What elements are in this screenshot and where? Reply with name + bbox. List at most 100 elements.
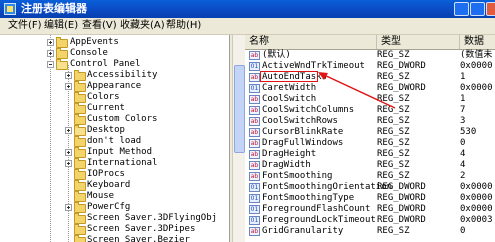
- string-value-icon: ab: [249, 150, 260, 159]
- value-name: DragFullWindows: [262, 138, 344, 148]
- folder-icon: [74, 235, 86, 242]
- value-row[interactable]: ab CoolSwitchRows REG_SZ 3: [245, 116, 495, 127]
- string-value-icon: ab: [249, 106, 260, 115]
- tree-item-label: Accessibility: [87, 70, 158, 80]
- expand-icon[interactable]: [65, 72, 72, 79]
- folder-icon: [56, 37, 68, 48]
- value-data: 0x0000: [460, 182, 493, 192]
- string-value-icon: ab: [249, 172, 260, 181]
- value-data: 2: [460, 171, 466, 181]
- value-row[interactable]: 01 ForegroundLockTimeout REG_DWORD 0x0003: [245, 215, 495, 226]
- minimize-button[interactable]: [454, 2, 469, 16]
- value-data: 4: [460, 149, 466, 159]
- value-row[interactable]: ab DragFullWindows REG_SZ 0: [245, 138, 495, 149]
- value-row[interactable]: ab (默认) REG_SZ (数值未: [245, 50, 495, 61]
- tree-item[interactable]: IOProcs: [0, 169, 229, 180]
- tree-item[interactable]: Mouse: [0, 191, 229, 202]
- values-list: 名称 类型 数据 ab (默认) REG_SZ (数值未 01 ActiveWndTrkT…: [245, 35, 495, 242]
- value-data: 7: [460, 105, 466, 115]
- column-header-data[interactable]: 数据: [460, 35, 495, 49]
- column-header-name[interactable]: 名称: [245, 35, 377, 49]
- tree-item-label: Keyboard: [87, 180, 131, 190]
- binary-value-icon: 01: [249, 216, 260, 225]
- value-row[interactable]: 01 FontSmoothingType REG_DWORD 0x0000: [245, 193, 495, 204]
- value-row[interactable]: 01 ForegroundFlashCount REG_DWORD 0x0000: [245, 204, 495, 215]
- value-data: 0: [460, 138, 466, 148]
- menu-favorites[interactable]: 收藏夹(A): [118, 18, 167, 34]
- tree-item[interactable]: Screen Saver.3DFlyingObj: [0, 213, 229, 224]
- tree-item[interactable]: Screen Saver.Bezier: [0, 235, 229, 242]
- tree-item-label: Screen Saver.Bezier: [87, 235, 190, 242]
- expand-icon[interactable]: [65, 83, 72, 90]
- menu-file[interactable]: 文件(F): [6, 18, 44, 34]
- value-row[interactable]: ab CursorBlinkRate REG_SZ 530: [245, 127, 495, 138]
- expand-icon[interactable]: [65, 160, 72, 167]
- tree-item[interactable]: Custom Colors: [0, 114, 229, 125]
- folder-icon: [74, 114, 86, 125]
- collapse-icon[interactable]: [47, 61, 54, 68]
- tree-item[interactable]: PowerCfg: [0, 202, 229, 213]
- folder-icon: [74, 213, 86, 224]
- expand-icon[interactable]: [65, 149, 72, 156]
- tree-item-label: PowerCfg: [87, 202, 131, 212]
- maximize-button[interactable]: [470, 2, 485, 16]
- expand-icon[interactable]: [65, 204, 72, 211]
- tree-scrollbar[interactable]: [232, 35, 245, 242]
- tree-item-label: Appearance: [87, 81, 142, 91]
- folder-icon: [74, 81, 86, 92]
- tree-item[interactable]: Screen Saver.3DPipes: [0, 224, 229, 235]
- value-type: REG_DWORD: [377, 182, 426, 192]
- value-name: GridGranularity: [262, 226, 344, 236]
- close-button[interactable]: [486, 2, 495, 16]
- tree-item[interactable]: Colors: [0, 92, 229, 103]
- tree-item-label: IOProcs: [87, 169, 125, 179]
- expand-icon[interactable]: [65, 127, 72, 134]
- tree-item[interactable]: Current: [0, 103, 229, 114]
- tree-item[interactable]: Control Panel: [0, 59, 229, 70]
- window-title: 注册表编辑器: [21, 2, 87, 15]
- value-type: REG_DWORD: [377, 215, 426, 225]
- tree-item-label: International: [87, 158, 158, 168]
- tree-scrollbar-thumb[interactable]: [234, 65, 245, 153]
- value-name: DragHeight: [262, 149, 317, 159]
- tree-item[interactable]: International: [0, 158, 229, 169]
- value-type: REG_SZ: [377, 50, 410, 60]
- tree-item[interactable]: AppEvents: [0, 37, 229, 48]
- value-row[interactable]: ab DragHeight REG_SZ 4: [245, 149, 495, 160]
- tree-item[interactable]: Console: [0, 48, 229, 59]
- menu-edit[interactable]: 编辑(E): [42, 18, 80, 34]
- folder-icon: [74, 136, 86, 147]
- string-value-icon: ab: [249, 95, 260, 104]
- value-row[interactable]: ab DragWidth REG_SZ 4: [245, 160, 495, 171]
- tree-item[interactable]: Appearance: [0, 81, 229, 92]
- tree-item-label: Colors: [87, 92, 120, 102]
- expand-icon[interactable]: [47, 50, 54, 57]
- value-row[interactable]: ab GridGranularity REG_SZ 0: [245, 226, 495, 237]
- value-data: 0x0000: [460, 61, 493, 71]
- registry-tree: AppEvents Console Control Panel Accessibili…: [0, 35, 230, 242]
- tree-item[interactable]: don't load: [0, 136, 229, 147]
- tree-item[interactable]: Input Method: [0, 147, 229, 158]
- value-data: (数值未: [460, 50, 493, 60]
- menu-view[interactable]: 查看(V): [80, 18, 119, 34]
- folder-icon: [74, 180, 86, 191]
- tree-item[interactable]: Desktop: [0, 125, 229, 136]
- tree-item[interactable]: Keyboard: [0, 180, 229, 191]
- value-row[interactable]: ab FontSmoothing REG_SZ 2: [245, 171, 495, 182]
- value-name: FontSmoothingOrientation: [262, 182, 393, 192]
- value-type: REG_SZ: [377, 127, 410, 137]
- expand-icon[interactable]: [47, 39, 54, 46]
- tree-item[interactable]: Accessibility: [0, 70, 229, 81]
- value-data: 0x0000: [460, 83, 493, 93]
- value-name: CursorBlinkRate: [262, 127, 344, 137]
- tree-item-label: Current: [87, 103, 125, 113]
- value-type: REG_DWORD: [377, 204, 426, 214]
- value-type: REG_SZ: [377, 226, 410, 236]
- tree-item-label: Console: [70, 48, 108, 58]
- value-type: REG_SZ: [377, 149, 410, 159]
- annotation-arrow-shaft: [321, 73, 396, 109]
- column-header-type[interactable]: 类型: [377, 35, 460, 49]
- value-type: REG_SZ: [377, 160, 410, 170]
- menu-help[interactable]: 帮助(H): [164, 18, 203, 34]
- value-row[interactable]: 01 FontSmoothingOrientation REG_DWORD 0x000…: [245, 182, 495, 193]
